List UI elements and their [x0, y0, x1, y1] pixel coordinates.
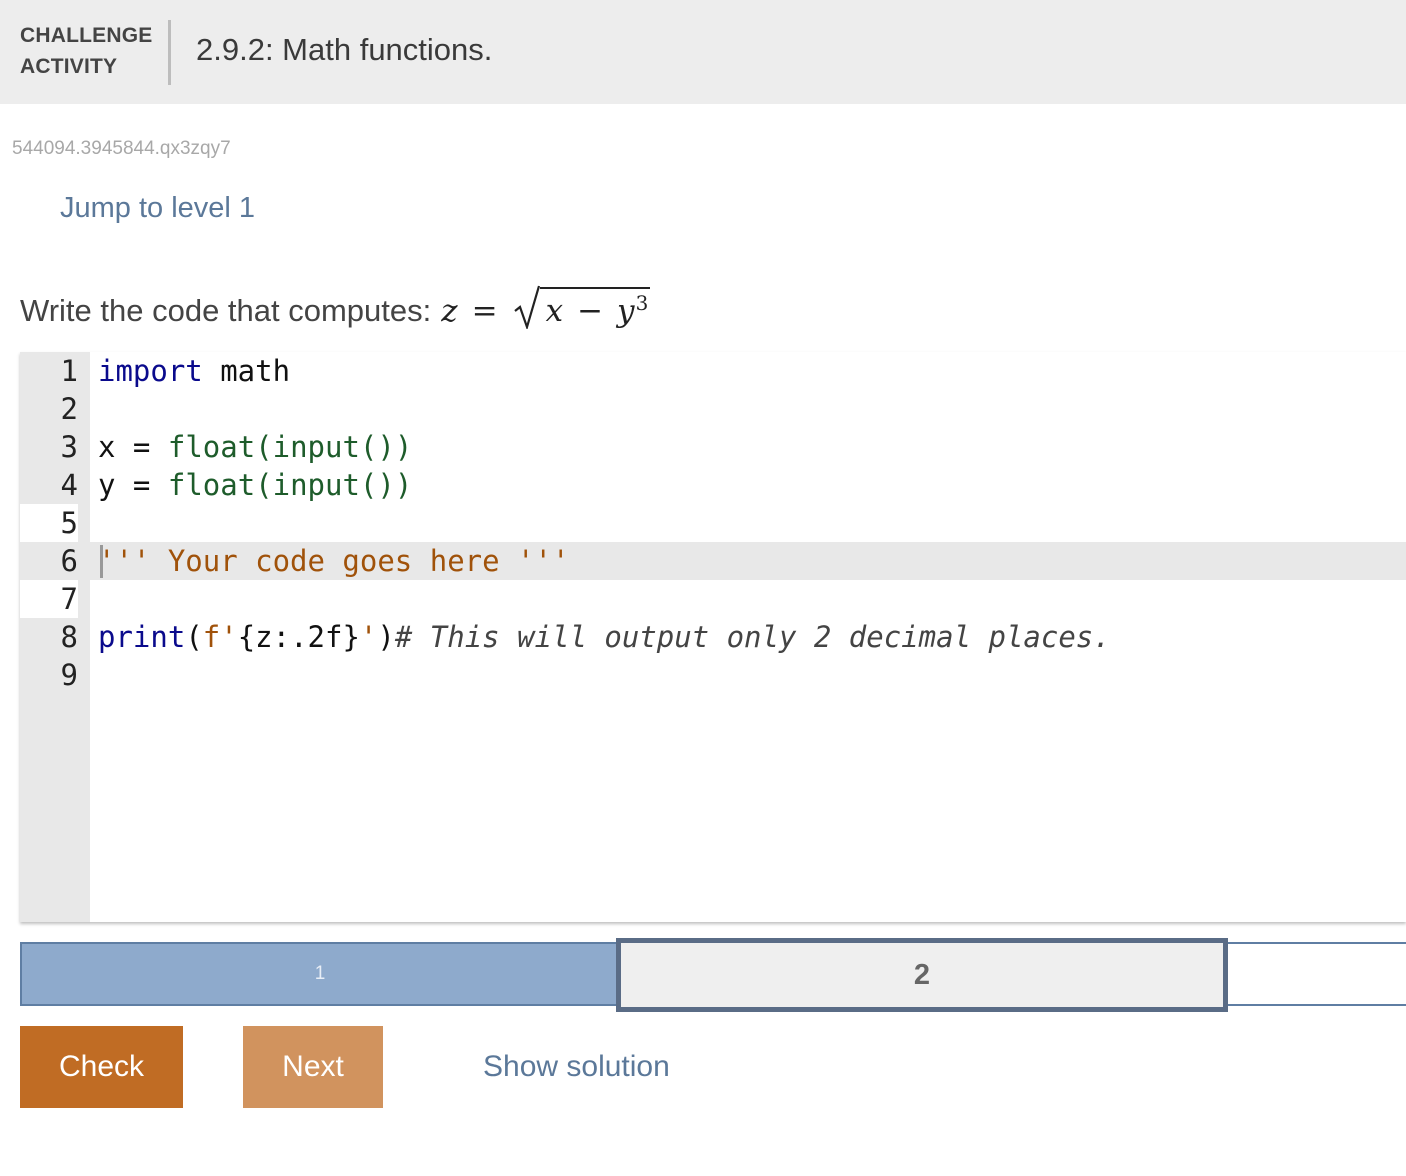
activity-type-line1: CHALLENGE [20, 24, 153, 47]
prompt-text: Write the code that computes: [20, 293, 432, 328]
activity-header: CHALLENGE ACTIVITY 2.9.2: Math functions… [0, 0, 1406, 104]
line-number: 4 [60, 468, 78, 502]
radicand: x − y 3 [539, 287, 651, 329]
activity-title: 2.9.2: Math functions. [196, 32, 493, 67]
line-number: 2 [60, 392, 78, 426]
code-variable: y [98, 468, 116, 502]
line-number: 3 [60, 430, 78, 464]
header-divider [168, 20, 171, 85]
code-punct: ) [377, 620, 395, 654]
square-root: x − y 3 [513, 285, 651, 329]
math-exponent: 3 [635, 291, 649, 315]
line-number: 5 [20, 504, 78, 542]
code-comment: # This will output only 2 decimal places… [394, 620, 1111, 654]
level-1-segment[interactable]: 1 [20, 942, 620, 1006]
code-line[interactable]: 4 y = float(input()) [20, 466, 1406, 504]
line-number: 1 [60, 354, 78, 388]
code-editor[interactable]: 1 import math 2 3 x = float(input()) 4 y… [20, 352, 1406, 922]
show-solution-link[interactable]: Show solution [483, 1050, 670, 1084]
activity-id: 544094.3945844.qx3zqy7 [12, 138, 231, 159]
line-number: 7 [20, 580, 78, 618]
code-line[interactable]: 8 print(f'{z:.2f}')# This will output on… [20, 618, 1406, 656]
code-fstring-prefix: f' [202, 620, 238, 654]
activity-type-label: CHALLENGE ACTIVITY [20, 20, 160, 82]
code-fstring-body: {z:.2f} [237, 620, 360, 654]
code-function-call: float(input()) [167, 430, 413, 464]
level-2-segment[interactable]: 2 [616, 938, 1228, 1012]
code-text: math [202, 354, 291, 388]
level-remaining-segment [1228, 942, 1406, 1006]
code-line-active[interactable]: 6 ''' Your code goes here ''' [20, 542, 1406, 580]
math-formula: z = x − y 3 [441, 285, 651, 329]
math-equals: = [471, 293, 498, 329]
keyword-print: print [98, 620, 186, 654]
math-minus: − [577, 293, 604, 329]
line-number: 6 [60, 544, 78, 578]
code-punct: ( [185, 620, 203, 654]
line-number: 8 [60, 620, 78, 654]
code-line[interactable]: 3 x = float(input()) [20, 428, 1406, 466]
code-operator: = [115, 468, 168, 502]
code-line[interactable]: 1 import math [20, 352, 1406, 390]
activity-type-line2: ACTIVITY [20, 55, 118, 78]
radical-sign-icon [513, 285, 540, 329]
next-button[interactable]: Next [243, 1026, 383, 1108]
code-fstring-end: ' [359, 620, 378, 654]
jump-to-level-link[interactable]: Jump to level 1 [60, 192, 255, 225]
code-function-call: float(input()) [167, 468, 413, 502]
check-button[interactable]: Check [20, 1026, 183, 1108]
code-operator: = [115, 430, 168, 464]
level-progress-bar: 1 2 [20, 938, 1406, 1012]
code-line[interactable]: 7 [20, 580, 1406, 618]
code-line[interactable]: 9 [20, 656, 1406, 694]
keyword-import: import [98, 354, 203, 388]
code-string: ''' Your code goes here ''' [98, 544, 570, 578]
math-y: y [617, 293, 635, 329]
code-line[interactable]: 2 [20, 390, 1406, 428]
math-x: x [545, 293, 564, 329]
math-z: z [441, 293, 458, 329]
problem-prompt: Write the code that computes: z = x − y … [20, 285, 651, 329]
code-variable: x [98, 430, 116, 464]
code-line[interactable]: 5 [20, 504, 1406, 542]
line-number: 9 [60, 658, 78, 692]
